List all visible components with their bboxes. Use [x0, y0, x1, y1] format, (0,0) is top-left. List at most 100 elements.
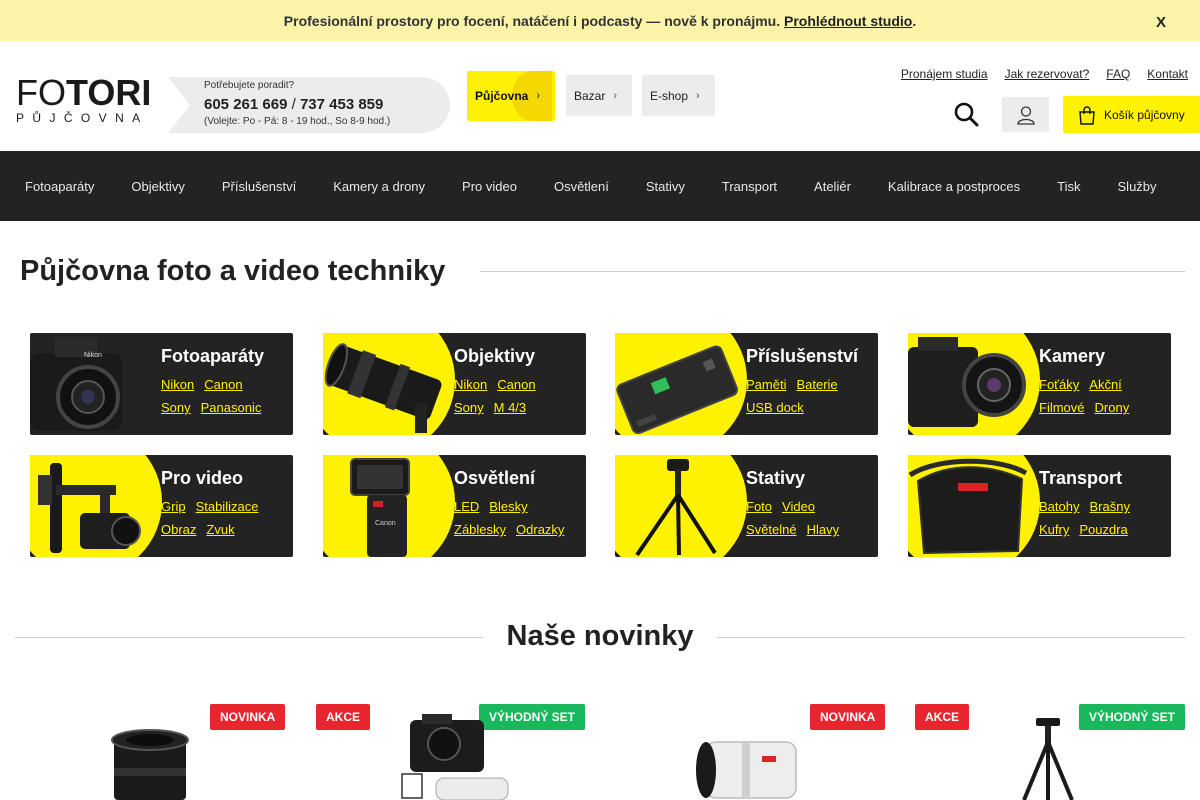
search-icon[interactable]	[953, 101, 979, 127]
nav-item-sluzby[interactable]: Služby	[1118, 179, 1157, 194]
category-link[interactable]: Nikon	[454, 377, 487, 392]
toplink-reserve[interactable]: Jak rezervovat?	[1005, 67, 1090, 81]
promo-end: .	[912, 12, 917, 29]
category-tile-objektivy[interactable]: Objektivy Nikon Canon Sony M 4/3	[323, 333, 586, 435]
phone-2[interactable]: 737 453 859	[300, 96, 383, 113]
toplink-contact[interactable]: Kontakt	[1147, 67, 1188, 81]
lens-image	[324, 343, 442, 433]
category-link[interactable]: Canon	[497, 377, 535, 392]
category-link[interactable]: Video	[782, 499, 815, 514]
camera-image: Nikon	[30, 337, 122, 431]
nav-item-osvetleni[interactable]: Osvětlení	[554, 179, 609, 194]
category-link[interactable]: Filmové	[1039, 400, 1085, 415]
flash-image: Canon	[350, 458, 410, 557]
category-link[interactable]: Canon	[204, 377, 242, 392]
category-link[interactable]: Brašny	[1089, 499, 1129, 514]
logo[interactable]: FOTORI PŮJČOVNA	[16, 72, 156, 126]
nav-item-atelier[interactable]: Ateliér	[814, 179, 851, 194]
category-link[interactable]: Akční	[1089, 377, 1122, 392]
battery-image	[616, 345, 738, 435]
category-link[interactable]: Panasonic	[201, 400, 262, 415]
badge-set: VÝHODNÝ SET	[1079, 704, 1186, 730]
category-tile-stativy[interactable]: Stativy Foto Video Světelné Hlavy	[615, 455, 878, 557]
chevron-right-icon: ›	[536, 90, 541, 102]
category-tile-osvetleni[interactable]: Canon Osvětlení LED Blesky Záblesky Odrazk…	[323, 455, 586, 557]
promo-studio-link[interactable]: Prohlédnout studio	[784, 13, 912, 29]
category-link[interactable]: Stabilizace	[196, 499, 259, 514]
category-title: Objektivy	[454, 346, 536, 366]
category-link[interactable]: Sony	[454, 400, 484, 415]
toplink-studio[interactable]: Pronájem studia	[901, 67, 988, 81]
category-link[interactable]: M 4/3	[494, 400, 527, 415]
tab-rent[interactable]: Půjčovna ›	[467, 71, 555, 121]
category-link[interactable]: Nikon	[161, 377, 194, 392]
category-link[interactable]: Sony	[161, 400, 191, 415]
product-tripod-image[interactable]	[1018, 716, 1078, 800]
category-link[interactable]: Paměti	[746, 377, 786, 392]
top-links: Pronájem studia Jak rezervovat? FAQ Kont…	[901, 67, 1188, 81]
badge-akce: AKCE	[915, 704, 970, 730]
nav-item-fotoaparaty[interactable]: Fotoaparáty	[25, 179, 94, 194]
category-link[interactable]: Foťáky	[1039, 377, 1079, 392]
category-link[interactable]: Světelné	[746, 522, 797, 537]
user-icon	[1016, 105, 1035, 125]
category-title: Osvětlení	[454, 468, 536, 488]
shopping-bag-icon	[1079, 105, 1095, 125]
tab-bazar-label: Bazar	[574, 88, 606, 103]
category-link[interactable]: Drony	[1095, 400, 1130, 415]
nav-item-kamery[interactable]: Kamery a drony	[333, 179, 425, 194]
help-hours: (Volejte: Po - Pá: 8 - 19 hod., So 8-9 h…	[204, 116, 391, 127]
category-link[interactable]: Hlavy	[807, 522, 840, 537]
tab-bazar[interactable]: Bazar ›	[566, 75, 632, 116]
category-title: Kamery	[1039, 346, 1106, 366]
category-link[interactable]: Grip	[161, 499, 186, 514]
user-account-button[interactable]	[1002, 97, 1049, 132]
category-tile-transport[interactable]: Transport Batohy Brašny Kufry Pouzdra	[908, 455, 1171, 557]
category-title: Stativy	[746, 468, 806, 488]
category-link[interactable]: Foto	[746, 499, 772, 514]
nav-item-kalibrace[interactable]: Kalibrace a postproces	[888, 179, 1020, 194]
phone-1[interactable]: 605 261 669	[204, 96, 287, 113]
tab-eshop[interactable]: E-shop ›	[642, 75, 715, 116]
category-link[interactable]: Zvuk	[206, 522, 234, 537]
tripod-image	[635, 459, 717, 557]
product-telephoto-lens-image[interactable]	[692, 736, 808, 800]
category-link[interactable]: Baterie	[796, 377, 837, 392]
nav-item-transport[interactable]: Transport	[722, 179, 777, 194]
news-title: Naše novinky	[506, 620, 694, 652]
category-link[interactable]: LED	[454, 499, 479, 514]
category-link[interactable]: Batohy	[1039, 499, 1079, 514]
category-tile-fotoaparaty[interactable]: Nikon Fotoaparáty Nikon Canon Sony Panason…	[30, 333, 293, 435]
site-header: FOTORI PŮJČOVNA Potřebujete poradit? 605…	[0, 41, 1200, 151]
logo-text-a: FO	[16, 72, 66, 113]
category-link[interactable]: Obraz	[161, 522, 196, 537]
logo-text-b: TORI	[66, 72, 152, 113]
nav-item-stativy[interactable]: Stativy	[646, 179, 685, 194]
category-tile-prislusenstvi[interactable]: Příslušenství Paměti Baterie USB dock	[615, 333, 878, 435]
help-box: Potřebujete poradit? 605 261 669 / 737 4…	[168, 77, 450, 133]
category-link[interactable]: Záblesky	[454, 522, 506, 537]
category-link[interactable]: Blesky	[489, 499, 527, 514]
category-link[interactable]: Pouzdra	[1079, 522, 1127, 537]
cart-button[interactable]: Košík půjčovny	[1063, 96, 1200, 133]
chevron-right-icon: ›	[696, 89, 700, 102]
promo-close-button[interactable]: X	[1156, 14, 1166, 31]
nav-item-prislusenstvi[interactable]: Příslušenství	[222, 179, 296, 194]
product-camera-set-image[interactable]	[400, 712, 512, 800]
nav-item-objektivy[interactable]: Objektivy	[131, 179, 184, 194]
category-tile-kamery[interactable]: Kamery Foťáky Akční Filmové Drony	[908, 333, 1171, 435]
category-link[interactable]: Kufry	[1039, 522, 1069, 537]
toplink-faq[interactable]: FAQ	[1106, 67, 1130, 81]
category-link[interactable]: Odrazky	[516, 522, 564, 537]
nav-item-tisk[interactable]: Tisk	[1057, 179, 1080, 194]
category-tile-pro-video[interactable]: Pro video Grip Stabilizace Obraz Zvuk	[30, 455, 293, 557]
category-title: Pro video	[161, 468, 244, 488]
logo-subtitle: PŮJČOVNA	[16, 111, 149, 125]
nav-item-pro-video[interactable]: Pro video	[462, 179, 517, 194]
promo-text: Profesionální prostory pro focení, natáč…	[283, 12, 781, 29]
product-lens-image[interactable]	[104, 728, 196, 800]
category-title: Transport	[1039, 468, 1123, 488]
tab-eshop-label: E-shop	[650, 88, 689, 103]
category-link[interactable]: USB dock	[746, 400, 804, 415]
help-phones: 605 261 669 / 737 453 859	[204, 96, 383, 113]
